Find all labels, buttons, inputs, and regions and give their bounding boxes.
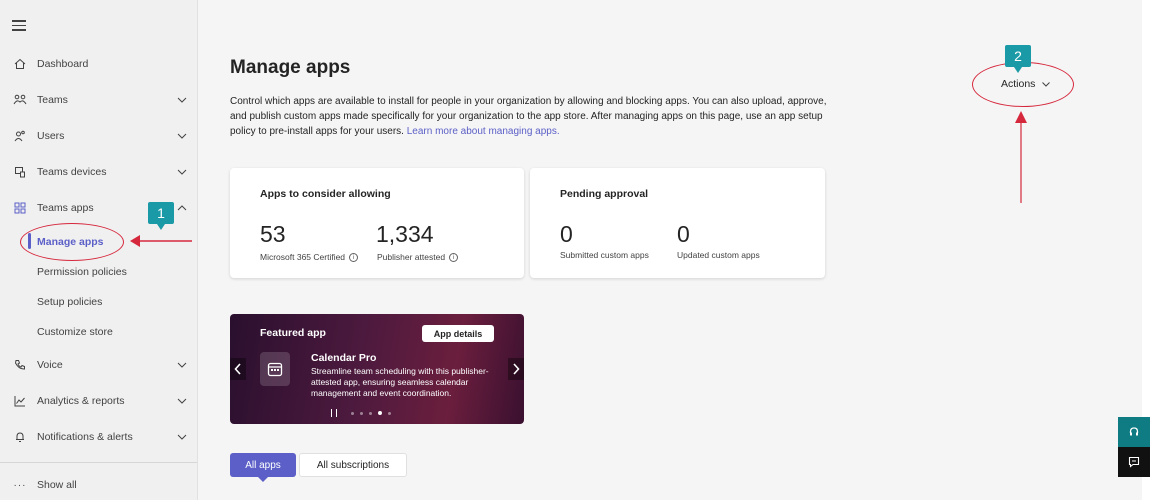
sidebar-item-teams[interactable]: Teams <box>0 82 198 118</box>
apps-icon <box>12 200 28 216</box>
card-title: Pending approval <box>560 188 649 200</box>
chevron-down-icon[interactable] <box>176 130 188 142</box>
devices-icon <box>12 164 28 180</box>
apps-to-consider-card: Apps to consider allowing 53 Microsoft 3… <box>230 168 524 278</box>
annotation-badge-1: 1 <box>148 202 174 230</box>
annotation-badge-2: 2 <box>1005 45 1031 73</box>
chevron-right-icon <box>513 363 520 375</box>
featured-app-description: Streamline team scheduling with this pub… <box>311 366 489 398</box>
annotation-arrow-2 <box>1015 111 1027 203</box>
chart-icon <box>12 393 28 409</box>
sidebar-item-notifications[interactable]: Notifications & alerts <box>0 419 198 455</box>
sidebar-subitem-permission-policies[interactable]: Permission policies <box>37 266 127 278</box>
annotation-ring-1 <box>20 223 124 261</box>
sidebar-item-label: Teams devices <box>37 166 107 178</box>
pending-approval-card: Pending approval 0 Submitted custom apps… <box>530 168 825 278</box>
carousel-prev-button[interactable] <box>230 358 246 380</box>
bell-icon <box>12 429 28 445</box>
top-bar <box>198 0 1142 40</box>
sidebar-item-show-all[interactable]: ··· Show all <box>0 467 198 500</box>
sidebar-item-label: Notifications & alerts <box>37 431 133 443</box>
certified-label: Microsoft 365 Certified i <box>260 252 359 262</box>
feedback-button[interactable] <box>1118 447 1150 477</box>
hamburger-menu-icon[interactable] <box>12 20 26 31</box>
sidebar-subitem-setup-policies[interactable]: Setup policies <box>37 296 102 308</box>
help-button[interactable] <box>1118 417 1150 447</box>
feedback-icon <box>1128 456 1140 468</box>
chevron-up-icon[interactable] <box>176 202 188 214</box>
sidebar-item-analytics[interactable]: Analytics & reports <box>0 383 198 419</box>
chevron-down-icon[interactable] <box>176 359 188 371</box>
annotation-ring-2 <box>972 62 1074 107</box>
featured-app-carousel: Featured app App details Calendar Pro St… <box>230 314 524 424</box>
submitted-label: Submitted custom apps <box>560 250 649 260</box>
carousel-dots <box>331 409 391 417</box>
sidebar-item-users[interactable]: Users <box>0 118 198 154</box>
chevron-down-icon[interactable] <box>176 431 188 443</box>
carousel-next-button[interactable] <box>508 358 524 380</box>
app-details-button[interactable]: App details <box>422 325 494 342</box>
pause-icon[interactable] <box>331 409 337 417</box>
sidebar-item-dashboard[interactable]: Dashboard <box>0 46 198 82</box>
headset-icon <box>1129 427 1139 436</box>
attested-label-text: Publisher attested <box>377 252 446 262</box>
certified-label-text: Microsoft 365 Certified <box>260 252 346 262</box>
annotation-arrow-1 <box>130 235 192 247</box>
sidebar-item-label: Dashboard <box>37 58 89 70</box>
info-icon[interactable]: i <box>349 252 359 262</box>
attested-count[interactable]: 1,334 <box>376 221 434 248</box>
carousel-dot[interactable] <box>360 411 363 415</box>
home-icon <box>12 56 28 72</box>
updated-label: Updated custom apps <box>677 250 760 260</box>
sidebar-subitem-customize-store[interactable]: Customize store <box>37 326 113 338</box>
carousel-dot[interactable] <box>388 411 391 415</box>
updated-count[interactable]: 0 <box>677 221 690 248</box>
page-description: Control which apps are available to inst… <box>230 94 830 139</box>
page-title: Manage apps <box>230 57 351 78</box>
carousel-dot[interactable] <box>351 411 354 415</box>
chevron-down-icon[interactable] <box>176 166 188 178</box>
phone-icon <box>12 357 28 373</box>
featured-heading: Featured app <box>260 327 326 339</box>
attested-label: Publisher attested i <box>377 252 459 262</box>
teams-icon <box>12 92 28 108</box>
sidebar-item-label: Voice <box>37 359 63 371</box>
calendar-icon <box>260 352 290 386</box>
more-icon: ··· <box>13 479 27 491</box>
learn-more-link[interactable]: Learn more about managing apps. <box>407 126 560 137</box>
sidebar-item-label: Show all <box>37 479 77 491</box>
chevron-down-icon[interactable] <box>176 395 188 407</box>
sidebar-item-label: Teams apps <box>37 202 94 214</box>
card-title: Apps to consider allowing <box>260 188 391 200</box>
carousel-dot-active[interactable] <box>378 411 382 415</box>
sidebar-item-voice[interactable]: Voice <box>0 347 198 383</box>
sidebar-item-label: Teams <box>37 94 68 106</box>
tab-all-subscriptions[interactable]: All subscriptions <box>299 453 407 477</box>
sidebar-divider <box>0 462 197 463</box>
sidebar-item-label: Users <box>37 130 65 142</box>
sidebar-item-teams-devices[interactable]: Teams devices <box>0 154 198 190</box>
certified-count[interactable]: 53 <box>260 221 286 248</box>
users-icon <box>12 128 28 144</box>
chevron-left-icon <box>234 363 241 375</box>
sidebar-item-label: Analytics & reports <box>37 395 125 407</box>
tab-all-apps[interactable]: All apps <box>230 453 296 482</box>
featured-app-name[interactable]: Calendar Pro <box>311 352 376 364</box>
submitted-count[interactable]: 0 <box>560 221 573 248</box>
chevron-down-icon[interactable] <box>176 94 188 106</box>
info-icon[interactable]: i <box>449 252 459 262</box>
carousel-dot[interactable] <box>369 411 372 415</box>
